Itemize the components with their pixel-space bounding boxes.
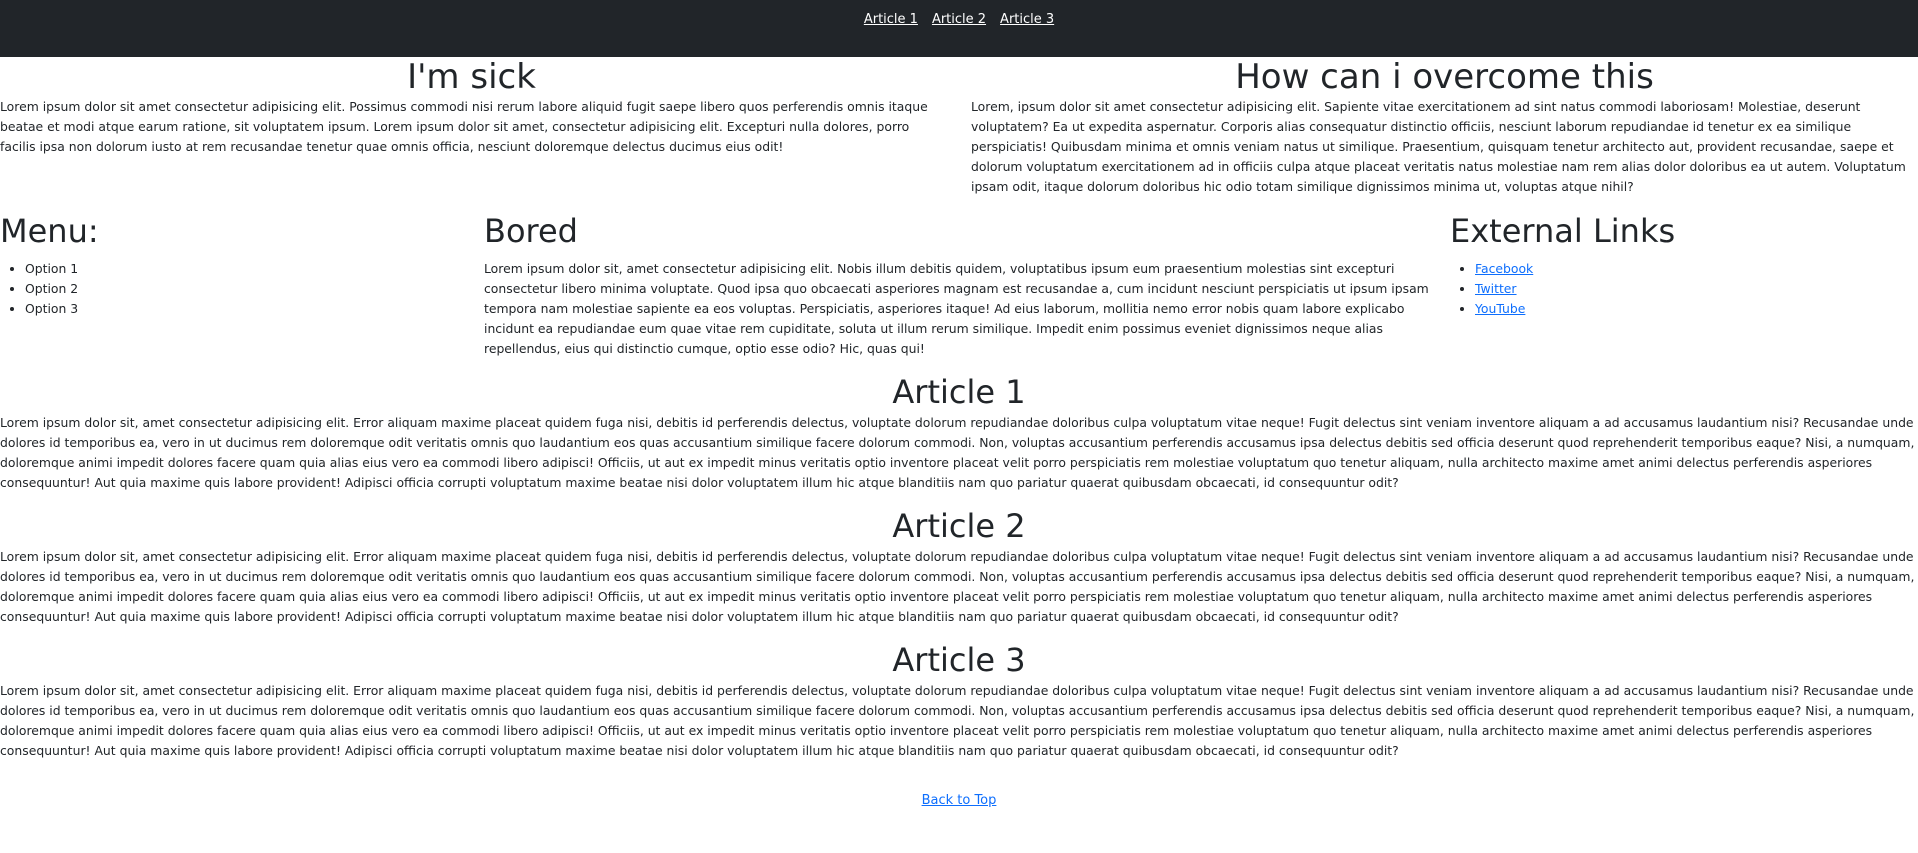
article-title: Article 3	[892, 641, 1026, 679]
footer: Back to Top	[0, 789, 1918, 808]
external-links-title: External Links	[1450, 212, 1676, 250]
menu-option: Option 1	[25, 259, 474, 279]
intro-right-text: Lorem, ipsum dolor sit amet consectetur …	[971, 99, 1906, 194]
twitter-link[interactable]: Twitter	[1475, 281, 1517, 296]
facebook-link[interactable]: Facebook	[1475, 261, 1533, 276]
intro-left: I'm sick Lorem ipsum dolor sit amet cons…	[0, 57, 959, 197]
article-text: Lorem ipsum dolor sit, amet consectetur …	[0, 549, 1915, 624]
menu-title: Menu:	[0, 212, 99, 250]
bored-text: Lorem ipsum dolor sit, amet consectetur …	[484, 261, 1429, 356]
external-link-item: YouTube	[1475, 299, 1918, 319]
menu-list: Option 1 Option 2 Option 3	[0, 259, 474, 319]
article-title: Article 2	[892, 507, 1026, 545]
article-text: Lorem ipsum dolor sit, amet consectetur …	[0, 415, 1915, 490]
nav-link-article-2[interactable]: Article 2	[932, 12, 986, 28]
menu-column: Menu: Option 1 Option 2 Option 3	[0, 212, 484, 359]
external-link-item: Twitter	[1475, 279, 1918, 299]
external-link-item: Facebook	[1475, 259, 1918, 279]
bored-title: Bored	[484, 212, 578, 250]
three-column-section: Menu: Option 1 Option 2 Option 3 Bored L…	[0, 212, 1918, 359]
article-text: Lorem ipsum dolor sit, amet consectetur …	[0, 683, 1915, 758]
youtube-link[interactable]: YouTube	[1475, 301, 1525, 316]
article-title: Article 1	[892, 373, 1026, 411]
bored-column: Bored Lorem ipsum dolor sit, amet consec…	[484, 212, 1450, 359]
intro-left-title: I'm sick	[407, 57, 536, 97]
menu-option: Option 2	[25, 279, 474, 299]
intro-left-text: Lorem ipsum dolor sit amet consectetur a…	[0, 99, 928, 154]
back-to-top-link[interactable]: Back to Top	[922, 793, 997, 808]
article-1: Article 1 Lorem ipsum dolor sit, amet co…	[0, 373, 1918, 493]
menu-option: Option 3	[25, 299, 474, 319]
intro-right: How can i overcome this Lorem, ipsum dol…	[959, 57, 1918, 197]
article-2: Article 2 Lorem ipsum dolor sit, amet co…	[0, 507, 1918, 627]
external-links-column: External Links Facebook Twitter YouTube	[1450, 212, 1918, 359]
nav-link-article-3[interactable]: Article 3	[1000, 12, 1054, 28]
nav-link-article-1[interactable]: Article 1	[864, 12, 918, 28]
top-navbar: Article 1 Article 2 Article 3	[0, 0, 1918, 57]
external-links-list: Facebook Twitter YouTube	[1450, 259, 1918, 319]
intro-section: I'm sick Lorem ipsum dolor sit amet cons…	[0, 57, 1918, 197]
intro-right-title: How can i overcome this	[1235, 57, 1654, 97]
article-3: Article 3 Lorem ipsum dolor sit, amet co…	[0, 641, 1918, 761]
